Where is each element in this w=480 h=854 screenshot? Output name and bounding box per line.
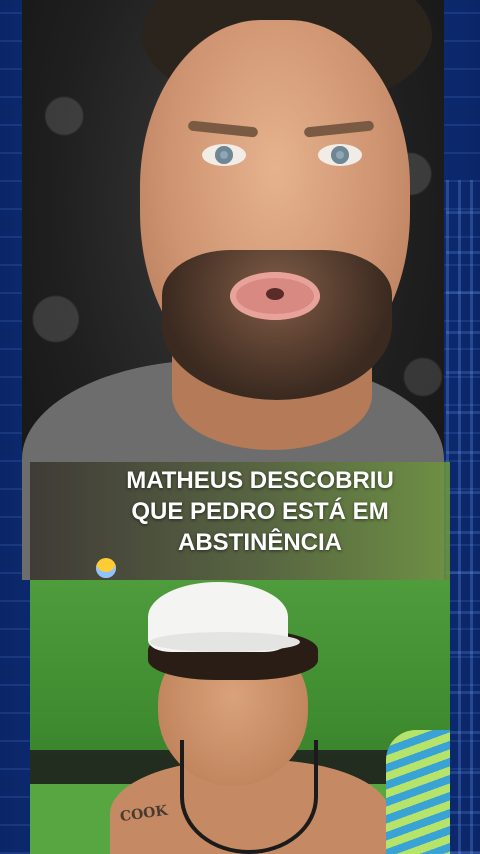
fearful-face-icon <box>96 557 116 578</box>
caption-line-3: ABSTINÊNCIA <box>90 527 430 578</box>
left-eye <box>202 144 246 166</box>
background-pattern <box>446 180 480 854</box>
right-eye <box>318 144 362 166</box>
bottom-video-frame: COOK <box>30 580 450 854</box>
striped-towel <box>386 730 450 854</box>
necklace <box>180 740 318 854</box>
caption-line-1: MATHEUS DESCOBRIU <box>126 466 394 494</box>
cap-brim <box>150 632 300 652</box>
caption-box: MATHEUS DESCOBRIU QUE PEDRO ESTÁ EM ABST… <box>30 462 450 580</box>
caption-line-2: QUE PEDRO ESTÁ EM <box>131 497 389 525</box>
mouth <box>230 272 320 320</box>
caption-text: MATHEUS DESCOBRIU QUE PEDRO ESTÁ EM ABST… <box>90 465 430 578</box>
caption-line-3-text: ABSTINÊNCIA <box>177 528 342 556</box>
